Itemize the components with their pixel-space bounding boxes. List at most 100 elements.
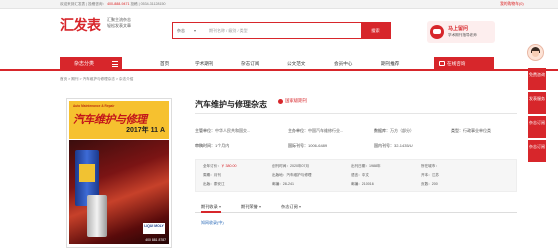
spec-value: 200 <box>431 182 438 186</box>
info-label: 审稿时间： <box>195 143 215 148</box>
welcome-label: 欢迎来到汇发表 | 投稿咨询： <box>60 2 107 6</box>
cart-link[interactable]: 我的购物车(0) <box>500 2 524 7</box>
spec-cycle: 出刊日期：1988年 <box>351 164 381 169</box>
info-value: 1006-6489 <box>308 143 328 148</box>
info-cell: 主办单位：中国汽车维修行业... <box>288 128 343 134</box>
info-cell: 审稿时间：1个月内 <box>195 143 229 149</box>
info-value: 中国汽车维修行业... <box>308 128 344 133</box>
extra-contact: 投稿 | 0534-31128150 <box>130 2 166 6</box>
consult-subtitle: 学术期刊指导老师 <box>448 33 477 37</box>
spec-value: 210016 <box>361 182 374 186</box>
search-input[interactable]: 期刊名称 / 级别 / 类型 <box>209 28 248 34</box>
spec-table: 全年订价：￥ 380.00 创刊时间：2020年07月 出刊日期：1988年 所… <box>195 159 517 192</box>
spec-value: ￥ 380.00 <box>220 164 237 168</box>
info-cell: 数据库：万方（部分） <box>374 128 414 134</box>
info-row: 审稿时间：1个月内 国际刊号：1006-6489 国内刊号：32-1435/U <box>195 143 515 151</box>
info-value: 中华人民共和国交... <box>215 128 251 133</box>
spec-city: 所在城市： <box>421 164 439 169</box>
spec-pages: 页数：200 <box>421 182 438 187</box>
info-label: 国际刊号： <box>288 143 308 148</box>
spec-label: 所在城市： <box>421 164 439 168</box>
side-subscribe-button[interactable]: 杂志订阅 <box>528 116 546 138</box>
spec-found: 创刊时间：2020年07月 <box>272 164 309 169</box>
spec-value: 28-241 <box>282 182 294 186</box>
side-free-consult-button[interactable]: 免费咨询 <box>528 68 546 90</box>
brand-logo: LIQUI MOLY <box>143 223 165 234</box>
info-label: 主管单位： <box>195 128 215 133</box>
breadcrumb[interactable]: 首页 > 期刊 > 汽车维护与修理杂志 > 杂志介绍 <box>60 77 133 82</box>
nav-item-documents[interactable]: 公文范文 <box>287 57 305 71</box>
info-label: 数据库： <box>374 128 390 133</box>
search-box: 杂志 期刊名称 / 级别 / 类型 搜索 <box>172 22 391 39</box>
spec-price: 全年订价：￥ 380.00 <box>203 164 237 169</box>
welcome-text: 欢迎来到汇发表 | 投稿咨询： 400-888-9471 投稿 | 0534-3… <box>60 2 166 7</box>
cover-header: Auto Maintenance & Repair 汽车维护与修理 2017年 … <box>69 101 169 139</box>
spec-label: 语言： <box>351 173 362 177</box>
chat-bubble-icon <box>430 25 444 39</box>
nav-item-home[interactable]: 首页 <box>160 57 169 71</box>
logo-text: 汇发表 <box>60 18 101 34</box>
slogan-line: 轻松发表文章 <box>107 23 131 28</box>
live-chat-label: 在线咨询 <box>447 61 466 66</box>
nav-item-subscribe[interactable]: 杂志订阅 <box>241 57 259 71</box>
spec-label: 开本： <box>421 173 432 177</box>
category-menu-label: 杂志分类 <box>74 61 95 67</box>
spec-value: 汽车维护与修理 <box>286 173 312 177</box>
tab-label: 期刊荣誉 <box>241 204 258 209</box>
cover-phone: 400 881 8787 <box>145 238 166 242</box>
level-badge: 国家级期刊 <box>278 98 307 104</box>
spec-label: 邮编： <box>272 182 283 186</box>
site-logo[interactable]: 汇发表 <box>60 15 101 34</box>
search-button[interactable]: 搜索 <box>361 23 390 38</box>
info-label: 类型： <box>451 128 463 133</box>
nav-item-member[interactable]: 会员中心 <box>334 57 352 71</box>
live-chat-button[interactable]: 在线咨询 <box>434 57 494 71</box>
consult-title: 马上留问 <box>448 26 469 32</box>
info-value: 32-1435/U <box>394 143 413 148</box>
side-subscribe-button-2[interactable]: 杂志订阅 <box>528 140 546 162</box>
magazine-cover: Auto Maintenance & Repair 汽车维护与修理 2017年 … <box>66 98 172 248</box>
info-cell: 类型：行政事业单位类 <box>451 128 491 134</box>
spec-label: 出刊日期： <box>351 164 369 168</box>
spec-lang: 语言：中文 <box>351 173 369 178</box>
divider <box>195 113 517 114</box>
site-slogan: 汇聚主流杂志 轻松发表文章 <box>107 17 131 29</box>
side-publish-service-button[interactable]: 发表服务 <box>528 92 546 114</box>
spec-label: 创刊时间： <box>272 164 290 168</box>
info-row: 主管单位：中华人民共和国交... 主办单位：中国汽车维修行业... 数据库：万方… <box>195 128 515 136</box>
tab-label: 期刊收录 <box>201 204 218 209</box>
service-avatar[interactable] <box>527 44 544 61</box>
cnki-link[interactable]: 知网收录(中) <box>201 220 224 226</box>
nav-item-recommend[interactable]: 期刊推荐 <box>381 57 399 71</box>
spec-zip: 邮编：210016 <box>351 182 374 187</box>
info-cell: 主管单位：中华人民共和国交... <box>195 128 250 134</box>
consult-box[interactable]: 马上留问 学术期刊指导老师 <box>427 21 495 43</box>
spec-label: 全年订价： <box>203 164 221 168</box>
hotline-number[interactable]: 400-888-9471 <box>107 2 129 6</box>
spec-place: 出版：泰安江 <box>203 182 225 187</box>
spec-value: 江苏 <box>431 173 439 177</box>
tab-subscribe[interactable]: 杂志订阅 <box>281 201 302 213</box>
tab-included[interactable]: 期刊收录 <box>201 201 222 213</box>
spec-label: 页数： <box>421 182 432 186</box>
cover-photo: LIQUI MOLY 400 881 8787 <box>69 140 169 244</box>
info-value: 万方（部分） <box>390 128 414 133</box>
info-label: 国内刊号： <box>374 143 394 148</box>
cover-issue: 2017年 11 A <box>126 127 165 134</box>
chevron-down-icon <box>219 205 222 208</box>
spec-postal: 邮编：28-241 <box>272 182 294 187</box>
spec-open: 开本：江苏 <box>421 173 439 178</box>
spec-value: 泰安江 <box>213 182 225 186</box>
chat-icon <box>439 61 445 66</box>
tab-honors[interactable]: 期刊荣誉 <box>241 201 262 213</box>
search-category-select[interactable]: 杂志 <box>177 28 185 34</box>
info-cell: 国际刊号：1006-6489 <box>288 143 327 149</box>
spec-label: 出版： <box>203 182 214 186</box>
menu-icon <box>112 61 118 67</box>
spec-value: 月刊 <box>213 173 221 177</box>
spec-label: 出版地： <box>272 173 287 177</box>
info-tabs: 期刊收录 期刊荣誉 杂志订阅 <box>195 201 517 213</box>
nav-item-journals[interactable]: 学术期刊 <box>195 57 213 71</box>
info-value: 1个月内 <box>215 143 230 148</box>
chevron-down-icon[interactable] <box>194 30 196 32</box>
